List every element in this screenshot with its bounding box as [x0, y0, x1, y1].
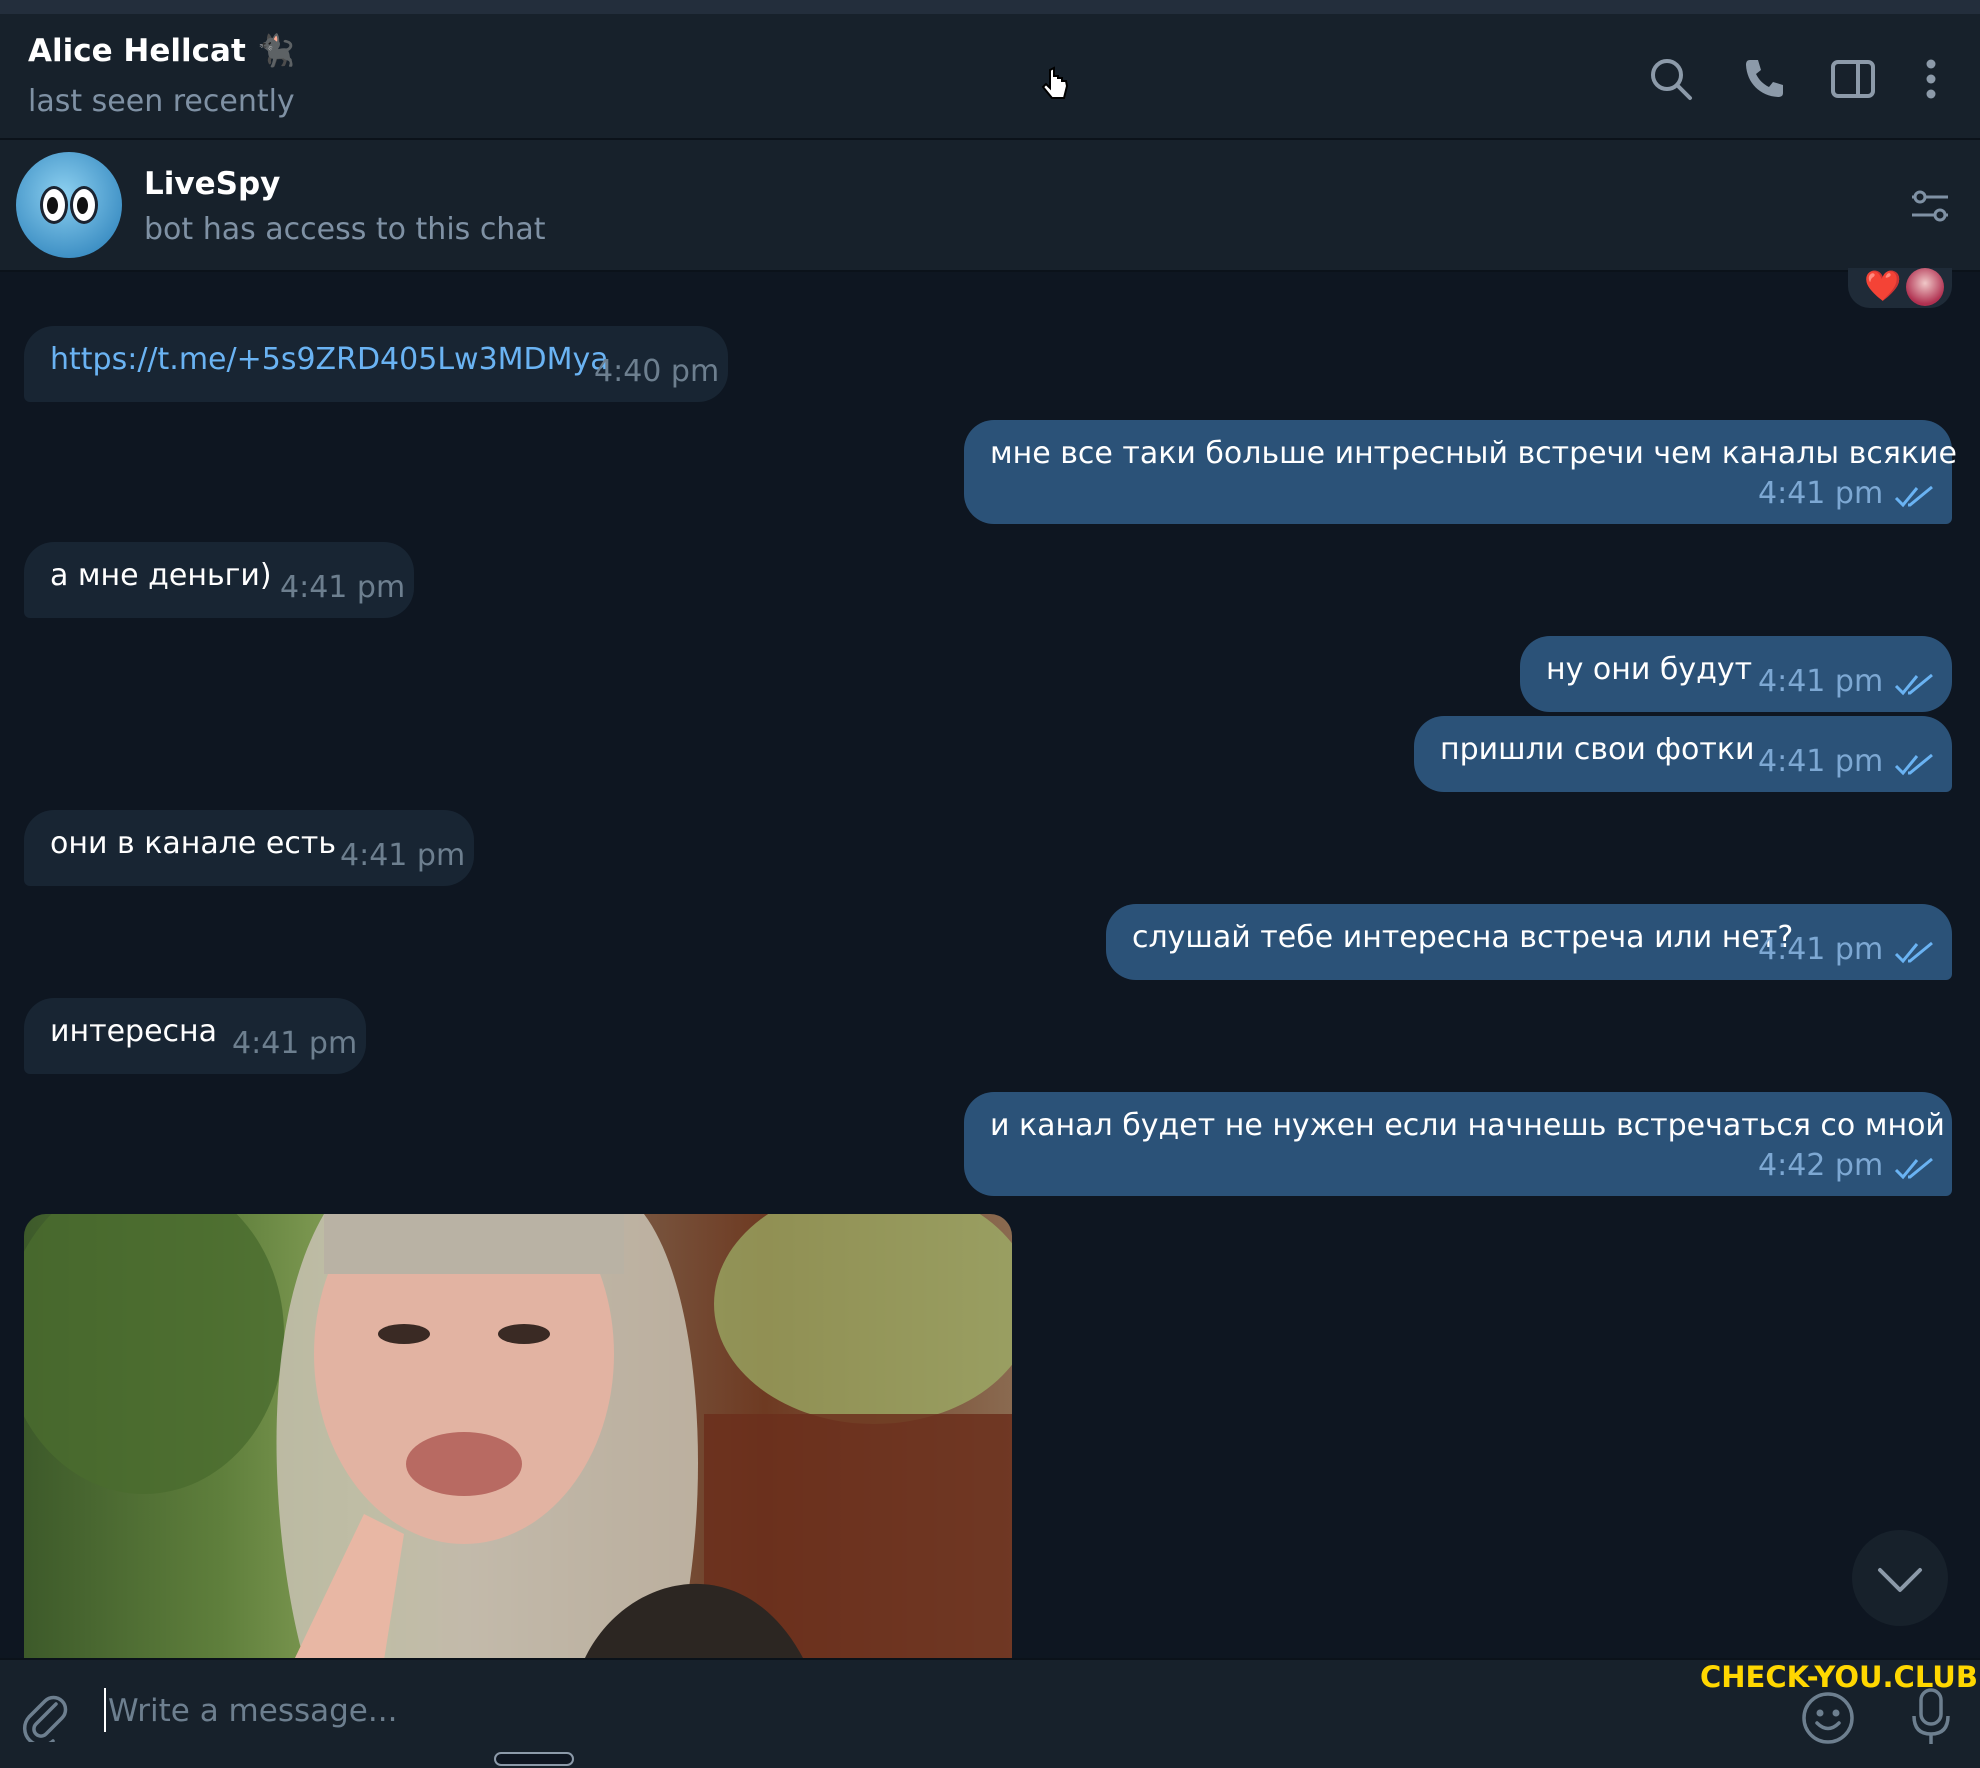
avatar-eye: [40, 186, 68, 224]
message-composer: CHECK-YOU.CLUB: [0, 1658, 1980, 1768]
message-incoming[interactable]: они в канале есть 4:41 pm: [24, 810, 474, 886]
message-photo[interactable]: [24, 1214, 1012, 1660]
bot-description: bot has access to this chat: [144, 212, 546, 247]
message-outgoing[interactable]: мне все таки больше интресный встречи че…: [964, 420, 1957, 524]
resize-handle[interactable]: [494, 1752, 574, 1766]
bot-settings-icon[interactable]: [1908, 184, 1952, 228]
microphone-icon[interactable]: [1906, 1686, 1956, 1748]
message-text: а мне деньги): [50, 558, 272, 593]
double-check-icon: [1894, 673, 1933, 696]
emoji-icon[interactable]: [1800, 1690, 1856, 1746]
sidebar-toggle-icon[interactable]: [1828, 54, 1878, 104]
bot-avatar[interactable]: [16, 152, 122, 258]
message-time: 4:41 pm: [1758, 932, 1884, 967]
heart-reaction: ❤️: [1864, 269, 1902, 304]
double-check-icon: [1894, 1157, 1933, 1180]
bot-access-bar[interactable]: LiveSpy bot has access to this chat: [0, 140, 1980, 272]
message-text: мне все таки больше интресный встречи че…: [990, 436, 1957, 471]
message-outgoing[interactable]: и канал будет не нужен если начнешь встр…: [964, 1092, 1952, 1196]
message-time: 4:41 pm: [1758, 664, 1884, 699]
double-check-icon: [1894, 941, 1933, 964]
message-time: 4:42 pm: [1758, 1148, 1884, 1183]
message-reaction[interactable]: ❤️: [1848, 268, 1952, 308]
double-check-icon: [1894, 485, 1933, 508]
more-vertical-icon[interactable]: [1906, 54, 1956, 104]
double-check-icon: [1894, 753, 1933, 776]
message-outgoing[interactable]: слушай тебе интересна встреча или нет? 4…: [1106, 904, 1952, 980]
mouse-cursor-icon: [1041, 66, 1069, 99]
message-time: 4:41 pm: [1758, 744, 1884, 779]
phone-icon[interactable]: [1738, 54, 1788, 104]
message-time: 4:40 pm: [594, 354, 720, 389]
message-incoming[interactable]: интересна 4:41 pm: [24, 998, 366, 1074]
photo-image: [24, 1214, 1012, 1660]
message-text: интересна: [50, 1014, 218, 1049]
message-time: 4:41 pm: [340, 838, 466, 873]
message-link[interactable]: https://t.me/+5s9ZRD405Lw3MDMya: [50, 340, 609, 380]
search-icon[interactable]: [1646, 54, 1696, 104]
scroll-down-button[interactable]: [1852, 1530, 1948, 1626]
message-text: они в канале есть: [50, 826, 336, 861]
message-outgoing[interactable]: пришли свои фотки 4:41 pm: [1414, 716, 1952, 792]
message-text: слушай тебе интересна встреча или нет?: [1132, 920, 1794, 955]
attach-icon[interactable]: [20, 1686, 68, 1742]
message-text: и канал будет не нужен если начнешь встр…: [990, 1108, 1945, 1143]
message-input[interactable]: [106, 1684, 1710, 1738]
chat-header[interactable]: Alice Hellcat 🐈‍⬛ last seen recently: [0, 14, 1980, 140]
chat-title[interactable]: Alice Hellcat 🐈‍⬛: [28, 32, 295, 69]
message-time: 4:41 pm: [280, 570, 406, 605]
chevron-down-icon: [1878, 1568, 1922, 1592]
reactor-avatar: [1906, 268, 1944, 306]
message-text: ну они будут: [1546, 652, 1753, 687]
message-time: 4:41 pm: [232, 1026, 358, 1061]
message-incoming[interactable]: а мне деньги) 4:41 pm: [24, 542, 414, 618]
bot-name[interactable]: LiveSpy: [144, 166, 280, 202]
message-text: пришли свои фотки: [1440, 732, 1755, 767]
message-incoming[interactable]: https://t.me/+5s9ZRD405Lw3MDMya 4:40 pm: [24, 326, 728, 402]
avatar-eye: [70, 186, 98, 224]
window-top-strip: [0, 0, 1980, 14]
message-time: 4:41 pm: [1758, 476, 1884, 511]
message-outgoing[interactable]: ну они будут 4:41 pm: [1520, 636, 1952, 712]
chat-status: last seen recently: [28, 84, 295, 119]
